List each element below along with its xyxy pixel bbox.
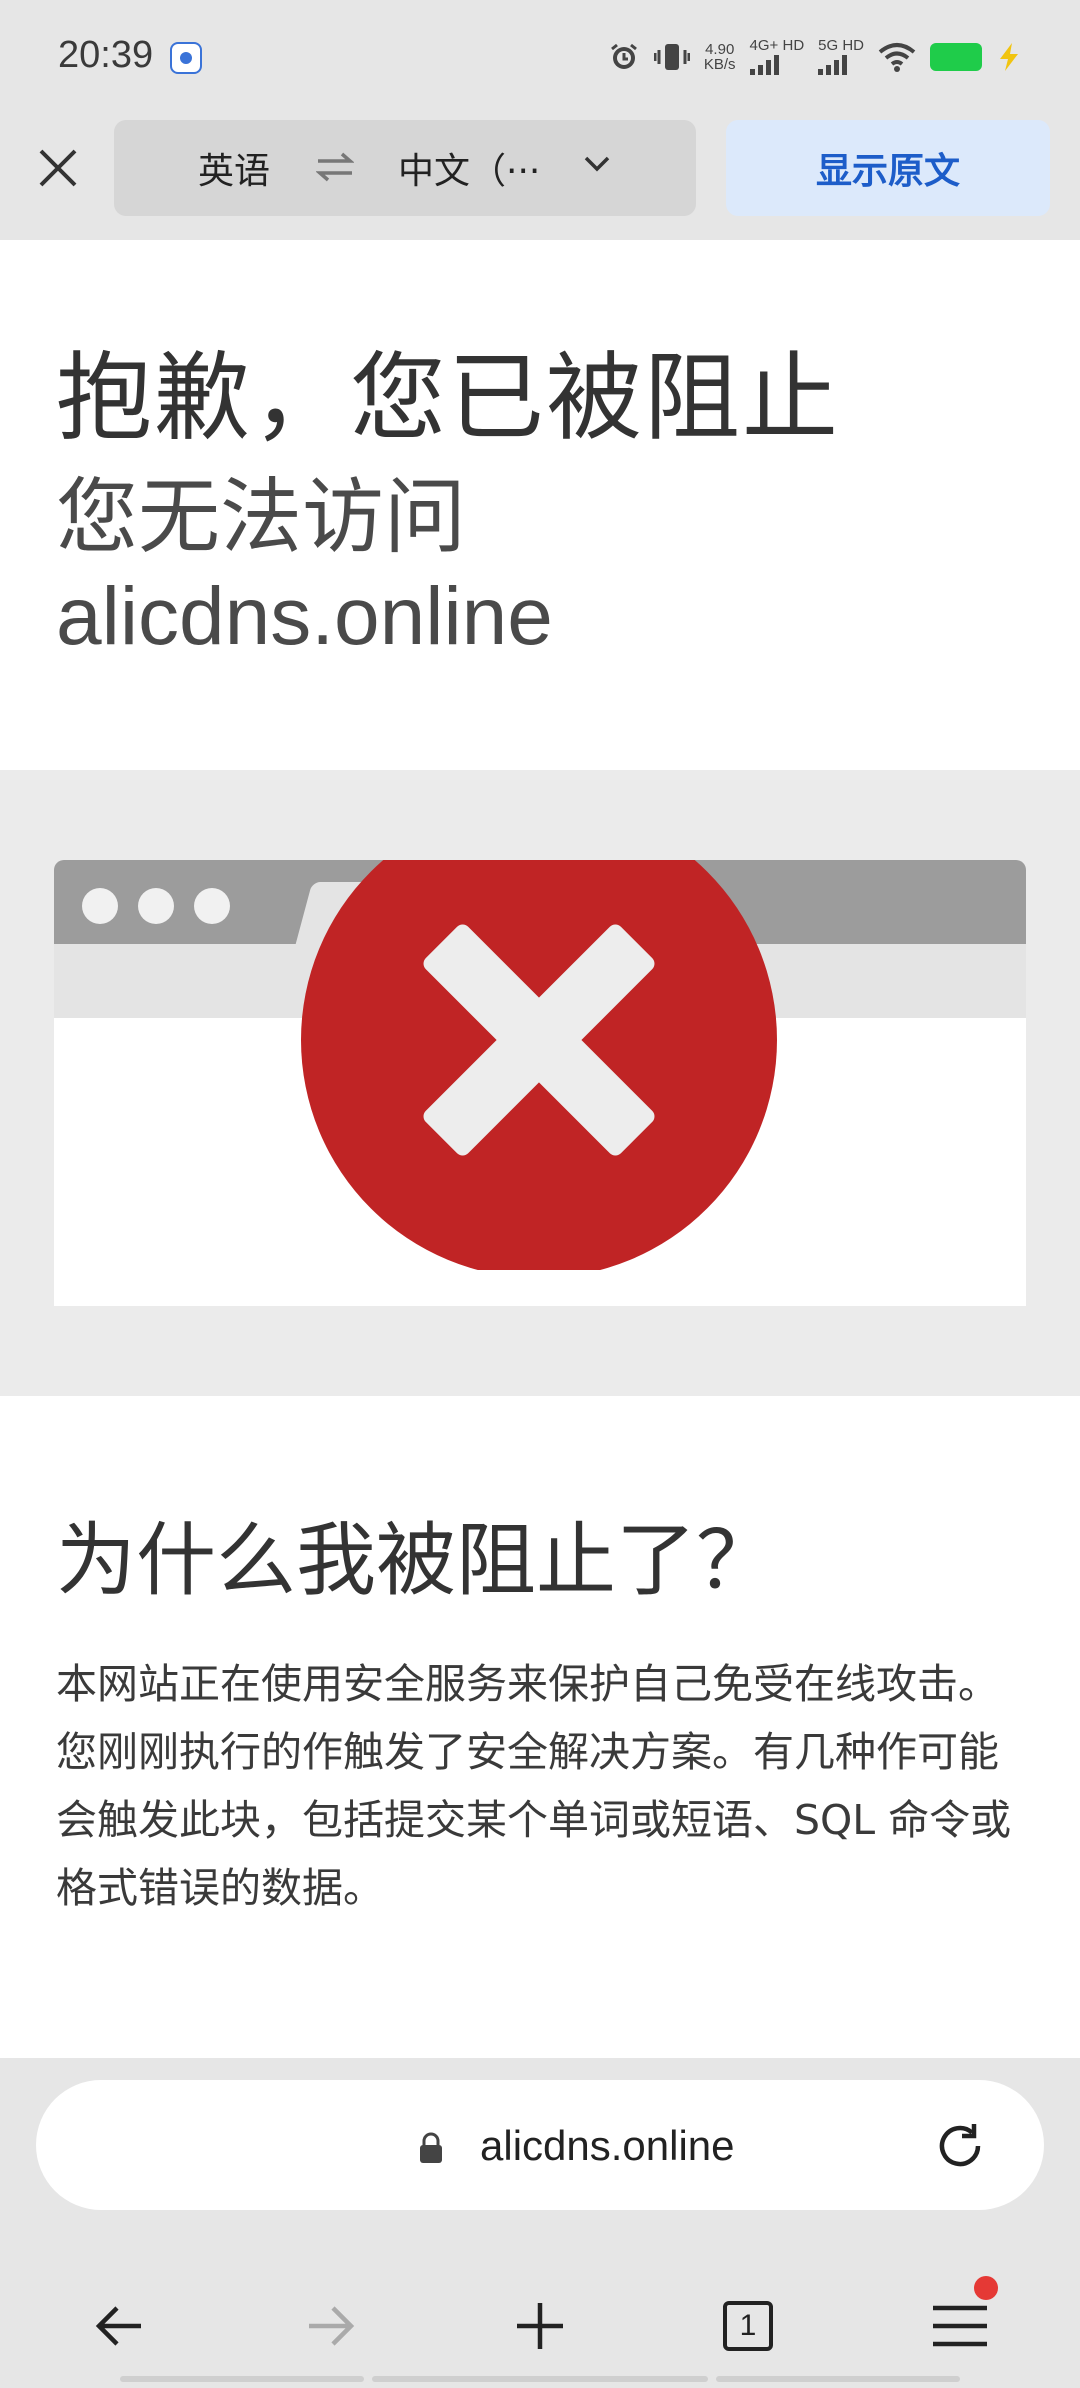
net-speed: 4.90 KB/s: [704, 42, 736, 72]
target-language[interactable]: 中文（···: [398, 142, 540, 194]
arrow-left-icon: [95, 2306, 141, 2346]
gesture-bar: [716, 2376, 960, 2382]
block-header: 抱歉，您已被阻止 您无法访问 alicdns.online: [0, 240, 1080, 770]
net-speed-value: 4.90: [705, 40, 735, 58]
status-time: 20:39: [58, 34, 154, 76]
gesture-bar: [120, 2376, 364, 2382]
vibrate-icon: [653, 43, 690, 70]
why-blocked-section: 为什么我被阻止了？ 本网站正在使用安全服务来保护自己免受在线攻击。您刚刚执行的作…: [0, 1396, 1080, 2058]
menu-icon: [933, 2305, 987, 2347]
charging-icon: [1000, 42, 1018, 71]
url-text[interactable]: alicdns.online: [480, 2122, 735, 2170]
gesture-bar: [372, 2376, 708, 2382]
why-blocked-text: 本网站正在使用安全服务来保护自己免受在线攻击。您刚刚执行的作触发了安全解决方案。…: [56, 1660, 1012, 1912]
translate-bar: 英语 中文（··· 显示原文: [0, 118, 1080, 240]
page-title: 抱歉，您已被阻止: [56, 342, 840, 454]
page-subtitle-line1: 您无法访问: [56, 470, 467, 565]
swap-icon[interactable]: [316, 152, 354, 182]
sim1-label: 4G+ HD: [749, 37, 805, 54]
alarm-icon: [610, 43, 637, 69]
error-x-icon: [301, 860, 777, 1270]
status-icons: 4.90 KB/s 4G+ HD 5G HD: [608, 38, 1022, 75]
new-tab-button[interactable]: [490, 2276, 590, 2376]
plus-icon: [517, 2303, 563, 2349]
sim2-label: 5G HD: [818, 37, 864, 54]
reload-icon[interactable]: [930, 2116, 990, 2176]
notification-dot: [974, 2276, 998, 2300]
wifi-icon: [878, 42, 916, 72]
tab-count-icon: 1: [723, 2301, 773, 2351]
tabs-button[interactable]: 1: [698, 2276, 798, 2376]
sim2-signal: 5G HD: [818, 38, 864, 75]
close-translate-button[interactable]: [28, 138, 88, 198]
battery-icon: [930, 42, 982, 71]
sim1-signal: 4G+ HD: [749, 37, 805, 75]
notification-app-icon: [170, 42, 202, 74]
net-speed-unit: KB/s: [703, 55, 736, 73]
page-subtitle-domain: alicdns.online: [56, 571, 553, 662]
chevron-down-icon: [584, 156, 610, 172]
why-blocked-heading: 为什么我被阻止了？: [56, 1514, 776, 1607]
status-bar: 20:39 4.90 KB/s 4G+ HD 5G HD: [0, 0, 1080, 118]
source-language[interactable]: 英语: [198, 142, 270, 194]
arrow-right-icon: [309, 2306, 355, 2346]
lock-icon: [420, 2132, 442, 2163]
forward-button[interactable]: [280, 2276, 380, 2376]
menu-button[interactable]: [910, 2276, 1010, 2376]
close-icon: [39, 149, 77, 187]
blocked-illustration-section: [0, 770, 1080, 1396]
back-button[interactable]: [70, 2276, 170, 2376]
language-selector[interactable]: 英语 中文（···: [114, 120, 696, 216]
navigation-toolbar: 1: [0, 2276, 1080, 2376]
address-bar[interactable]: alicdns.online: [36, 2080, 1044, 2210]
browser-bottom-bar: alicdns.online 1: [0, 2058, 1080, 2388]
show-original-button[interactable]: 显示原文: [726, 120, 1050, 216]
